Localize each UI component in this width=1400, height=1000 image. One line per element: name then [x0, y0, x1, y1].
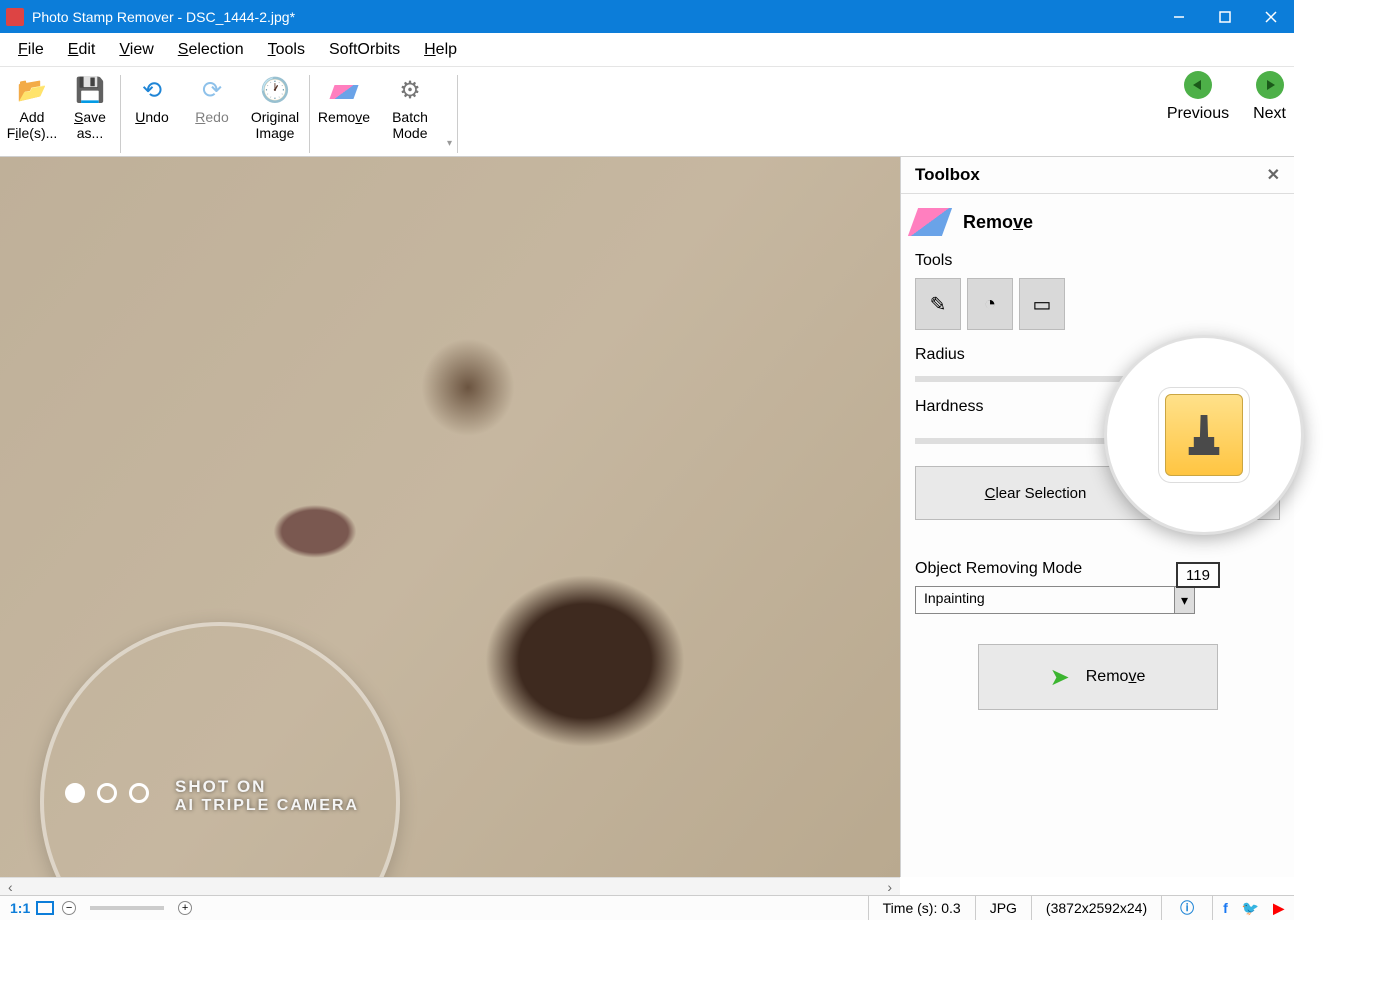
- fit-icon: [36, 901, 54, 915]
- mode-value: Inpainting: [916, 587, 1174, 613]
- eraser-icon: [329, 77, 359, 107]
- youtube-icon[interactable]: ▶: [1269, 900, 1288, 917]
- titlebar: Photo Stamp Remover - DSC_1444-2.jpg*: [0, 0, 1294, 33]
- highlighted-tool-zoom: [1104, 335, 1304, 535]
- save-as-button[interactable]: 💾 Saveas...: [61, 75, 119, 153]
- folder-icon: 📂: [17, 77, 47, 107]
- statusbar: 1:1 − + Time (s): 0.3 JPG (3872x2592x24)…: [0, 895, 1294, 920]
- redo-button[interactable]: ⟳ Redo: [182, 75, 242, 153]
- close-panel-icon[interactable]: ✕: [1267, 165, 1280, 185]
- clone-stamp-tool[interactable]: [1165, 394, 1243, 476]
- image-content: SHOT ON AI TRIPLE CAMERA: [0, 157, 900, 877]
- previous-button[interactable]: Previous: [1167, 71, 1229, 123]
- original-image-button[interactable]: 🕐 OriginalImage: [242, 75, 308, 153]
- menu-edit[interactable]: Edit: [56, 37, 108, 63]
- twitter-icon[interactable]: 🐦: [1238, 900, 1263, 917]
- menu-selection[interactable]: Selection: [166, 37, 256, 63]
- wand-icon: ◔: [984, 293, 996, 316]
- tool-magic[interactable]: ◔: [967, 278, 1013, 330]
- remove-action-button[interactable]: ➤ Remove: [978, 644, 1218, 710]
- toolbar-overflow-icon[interactable]: ▾: [443, 134, 456, 153]
- zoom-out-button[interactable]: −: [62, 901, 76, 915]
- undo-button[interactable]: ⟲ Undo: [122, 75, 182, 153]
- redo-icon: ⟳: [197, 77, 227, 107]
- sidebar: Toolbox ✕ Remove Tools ✎ ◔ ▭ Radius Hard…: [900, 157, 1294, 877]
- toolbar: 📂 AddFile(s)... 💾 Saveas... ⟲ Undo ⟳ Red…: [0, 67, 1294, 157]
- pencil-icon: ✎: [930, 292, 947, 317]
- app-icon: [6, 8, 24, 26]
- scroll-left-icon: ‹: [8, 879, 13, 895]
- menu-file[interactable]: File: [6, 37, 56, 63]
- magnify-circle: [40, 622, 400, 877]
- arrow-left-icon: [1184, 71, 1212, 99]
- batch-mode-button[interactable]: ⚙ BatchMode: [377, 75, 443, 153]
- window-title: Photo Stamp Remover - DSC_1444-2.jpg*: [32, 9, 1156, 25]
- tool-pencil[interactable]: ✎: [915, 278, 961, 330]
- toolbox-title: Toolbox: [915, 165, 980, 185]
- scroll-right-icon: ›: [887, 879, 892, 895]
- status-dimensions: (3872x2592x24): [1031, 896, 1161, 920]
- watermark-text: SHOT ON AI TRIPLE CAMERA: [175, 777, 359, 815]
- remove-button[interactable]: Remove: [311, 75, 377, 153]
- menu-softorbits[interactable]: SoftOrbits: [317, 37, 412, 63]
- zoom-in-button[interactable]: +: [178, 901, 192, 915]
- maximize-button[interactable]: [1202, 0, 1248, 33]
- info-icon[interactable]: ⓘ: [1176, 898, 1198, 918]
- menu-view[interactable]: View: [107, 37, 165, 63]
- menubar: File Edit View Selection Tools SoftOrbit…: [0, 33, 1294, 67]
- tools-label: Tools: [915, 246, 1280, 278]
- status-time: Time (s): 0.3: [868, 896, 975, 920]
- close-button[interactable]: [1248, 0, 1294, 33]
- zoom-ratio[interactable]: 1:1: [10, 900, 54, 916]
- facebook-icon[interactable]: f: [1219, 900, 1232, 916]
- menu-tools[interactable]: Tools: [256, 37, 317, 63]
- zoom-slider[interactable]: [90, 906, 164, 910]
- gear-icon: ⚙: [395, 77, 425, 107]
- tool-marquee[interactable]: ▭: [1019, 278, 1065, 330]
- go-icon: ➤: [1050, 663, 1070, 692]
- clock-icon: 🕐: [260, 77, 290, 107]
- add-files-button[interactable]: 📂 AddFile(s)...: [3, 75, 61, 153]
- mode-select[interactable]: Inpainting ▾: [915, 586, 1195, 614]
- stamp-icon: [1187, 415, 1221, 455]
- minimize-button[interactable]: [1156, 0, 1202, 33]
- radius-value[interactable]: 119: [1176, 562, 1220, 588]
- save-icon: 💾: [75, 77, 105, 107]
- chevron-down-icon: ▾: [1174, 587, 1194, 613]
- status-format: JPG: [975, 896, 1031, 920]
- next-button[interactable]: Next: [1253, 71, 1286, 123]
- arrow-right-icon: [1256, 71, 1284, 99]
- panel-title: Remove: [963, 212, 1033, 233]
- eraser-icon: [908, 208, 952, 236]
- menu-help[interactable]: Help: [412, 37, 469, 63]
- mode-label: Object Removing Mode: [915, 554, 1280, 586]
- horizontal-scrollbar[interactable]: ‹ ›: [0, 877, 900, 895]
- canvas[interactable]: SHOT ON AI TRIPLE CAMERA: [0, 157, 900, 877]
- undo-icon: ⟲: [137, 77, 167, 107]
- marquee-icon: ▭: [1033, 292, 1052, 317]
